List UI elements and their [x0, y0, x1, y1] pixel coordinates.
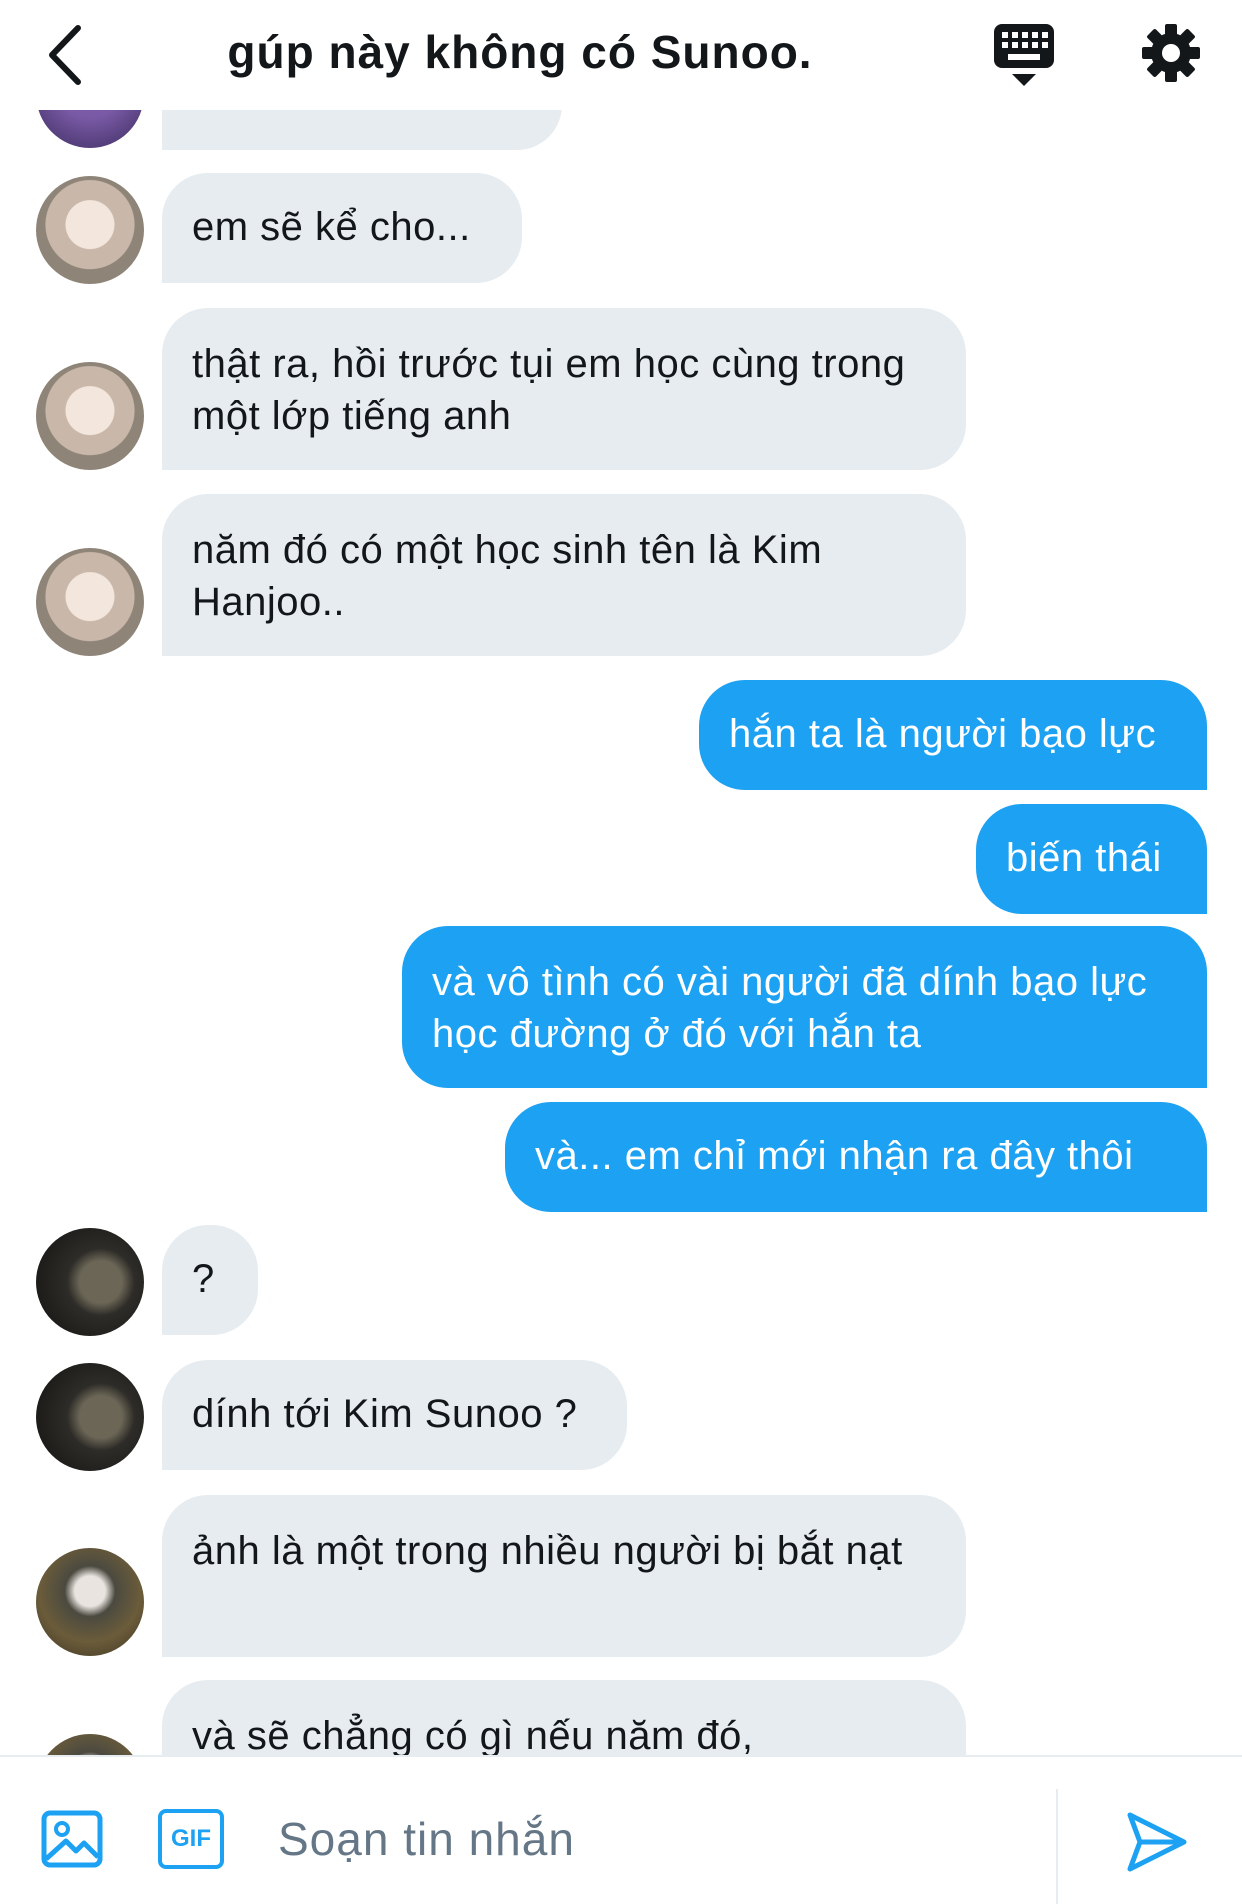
message-bubble[interactable]: ảnh là một trong nhiều người bị bắt nạt — [162, 1495, 966, 1657]
image-icon — [41, 1810, 103, 1868]
message-text: ảnh là một trong nhiều người bị bắt nạt — [192, 1529, 903, 1573]
avatar[interactable] — [36, 1363, 144, 1471]
attach-image-button[interactable] — [40, 1807, 104, 1871]
message-text: biến thái — [1006, 836, 1162, 880]
send-icon — [1127, 1812, 1187, 1872]
message-bubble[interactable]: năm đó có một học sinh tên là Kim Hanjoo… — [162, 494, 966, 656]
avatar[interactable] — [36, 176, 144, 284]
message-bubble[interactable]: hắn ta là người bạo lực — [699, 680, 1207, 790]
message-bubble[interactable]: em sẽ kể cho... — [162, 173, 522, 283]
chevron-left-icon — [49, 25, 81, 85]
keyboard-hide-icon — [994, 24, 1054, 86]
message-text: em sẽ kể cho... — [192, 205, 471, 249]
gif-button[interactable]: GIF — [158, 1809, 224, 1869]
message-bubble[interactable]: và vô tình có vài người đã dính bạo lực … — [402, 926, 1207, 1088]
message-list[interactable]: em sẽ kể cho... thật ra, hồi trước tụi e… — [0, 0, 1242, 1755]
gear-icon — [1142, 24, 1200, 82]
message-text: và... em chỉ mới nhận ra đây thôi — [535, 1134, 1134, 1178]
message-bubble[interactable]: dính tới Kim Sunoo ? — [162, 1360, 627, 1470]
message-composer: GIF — [0, 1755, 1242, 1904]
keyboard-toggle-button[interactable] — [992, 22, 1056, 88]
message-bubble[interactable]: và sẽ chẳng có gì nếu năm đó, — [162, 1680, 966, 1755]
send-button[interactable] — [1124, 1809, 1190, 1875]
message-text: hắn ta là người bạo lực — [729, 712, 1157, 756]
message-text: và vô tình có vài người đã dính bạo lực … — [432, 960, 1148, 1056]
message-text: dính tới Kim Sunoo ? — [192, 1392, 578, 1436]
avatar[interactable] — [36, 1548, 144, 1656]
avatar[interactable] — [36, 1734, 144, 1755]
message-text: thật ra, hồi trước tụi em học cùng trong… — [192, 342, 906, 438]
message-text: năm đó có một học sinh tên là Kim Hanjoo… — [192, 528, 823, 624]
conversation-header: gúp này không có Sunoo. — [0, 0, 1242, 110]
message-bubble[interactable]: thật ra, hồi trước tụi em học cùng trong… — [162, 308, 966, 470]
conversation-title: gúp này không có Sunoo. — [227, 26, 813, 78]
composer-divider — [1056, 1789, 1058, 1904]
message-bubble[interactable]: và... em chỉ mới nhận ra đây thôi — [505, 1102, 1207, 1212]
avatar[interactable] — [36, 1228, 144, 1336]
message-bubble[interactable]: ? — [162, 1225, 258, 1335]
settings-button[interactable] — [1140, 22, 1202, 84]
back-button[interactable] — [40, 20, 100, 90]
message-text: và sẽ chẳng có gì nếu năm đó, — [192, 1714, 754, 1755]
avatar[interactable] — [36, 548, 144, 656]
avatar[interactable] — [36, 362, 144, 470]
message-bubble[interactable]: biến thái — [976, 804, 1207, 914]
message-input[interactable] — [276, 1793, 1040, 1885]
message-text: ? — [192, 1257, 215, 1301]
